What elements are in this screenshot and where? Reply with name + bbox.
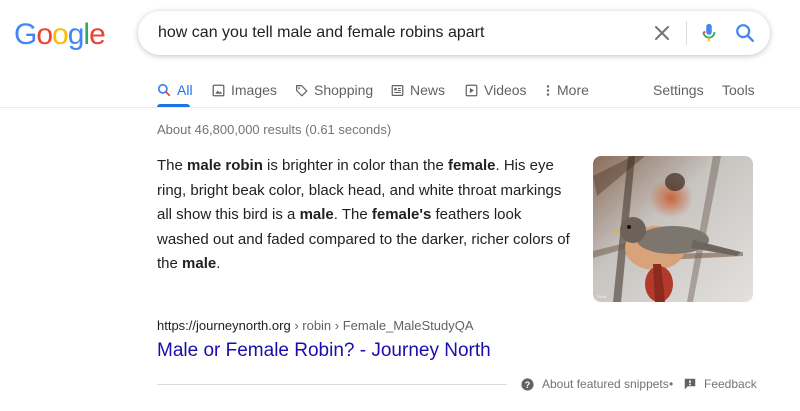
tab-all[interactable]: All: [157, 82, 193, 98]
result-citation: https://journeynorth.org › robin › Femal…: [157, 318, 474, 333]
logo-letter: e: [89, 18, 106, 51]
tab-label: All: [177, 82, 193, 98]
search-tabs: All Images Shopping News Videos More Set…: [0, 78, 800, 107]
snippet-text: .: [216, 255, 221, 272]
about-label: About featured snippets: [542, 377, 669, 391]
svg-text:?: ?: [525, 379, 530, 389]
tabs-divider: [0, 107, 800, 108]
featured-snippet-text: The male robin is brighter in color than…: [157, 154, 577, 277]
snippet-bold-text: male robin: [187, 157, 263, 174]
about-featured-snippets-link[interactable]: ? About featured snippets: [521, 377, 669, 391]
google-logo[interactable]: Google: [14, 18, 106, 51]
tab-label: Shopping: [314, 82, 374, 98]
image-icon: [212, 84, 225, 96]
snippet-bold-text: male: [182, 255, 217, 272]
tab-images[interactable]: Images: [212, 82, 277, 98]
featured-snippet-image[interactable]: Flickr: [593, 156, 753, 302]
logo-letter: o: [36, 18, 53, 51]
feedback-icon: [684, 378, 696, 390]
citation-domain: https://journeynorth.org: [157, 318, 291, 333]
snippet-bold-text: female's: [371, 206, 432, 223]
tab-news[interactable]: News: [391, 82, 445, 98]
tab-shopping[interactable]: Shopping: [295, 82, 373, 98]
search-divider: [686, 21, 687, 45]
citation-breadcrumb: › robin › Female_MaleStudyQA: [290, 318, 474, 333]
close-icon: [655, 26, 669, 40]
feedback-link[interactable]: Feedback: [684, 377, 757, 391]
voice-search-button[interactable]: [698, 22, 720, 44]
play-icon: [465, 84, 478, 96]
tab-label: Images: [231, 82, 277, 98]
logo-letter: o: [52, 18, 69, 51]
tab-more[interactable]: More: [545, 82, 589, 98]
tab-label: News: [410, 82, 446, 98]
robin-photo: Flickr: [593, 156, 753, 302]
tab-label: More: [557, 82, 589, 98]
tab-label: Videos: [484, 82, 527, 98]
tag-icon: [296, 84, 308, 96]
search-input[interactable]: how can you tell male and female robins …: [158, 24, 484, 42]
snippet-bold-text: female: [447, 157, 496, 174]
result-stats: About 46,800,000 results (0.61 seconds): [157, 122, 392, 137]
tab-videos[interactable]: Videos: [465, 82, 527, 98]
logo-letter: g: [67, 18, 85, 51]
search-icon: [157, 83, 171, 97]
help-icon: ?: [521, 377, 534, 391]
more-vertical-icon: [546, 84, 550, 96]
snippet-bold-text: male: [299, 206, 334, 223]
tools-link[interactable]: Tools: [722, 82, 755, 98]
logo-letter: G: [14, 18, 37, 51]
snippet-text: is brighter in color than the: [262, 157, 448, 174]
snippet-text: The: [157, 157, 188, 174]
footer-separator: •: [669, 377, 674, 391]
search-button[interactable]: [734, 22, 756, 44]
feedback-label: Feedback: [704, 377, 757, 391]
clear-search-button[interactable]: [652, 23, 672, 43]
result-title-link[interactable]: Male or Female Robin? - Journey North: [157, 340, 491, 362]
settings-link[interactable]: Settings: [653, 82, 704, 98]
microphone-icon: [702, 23, 716, 42]
snippet-divider: [157, 384, 507, 385]
svg-text:Flickr: Flickr: [597, 294, 607, 299]
news-icon: [391, 84, 404, 96]
search-icon: [736, 24, 754, 42]
search-box[interactable]: how can you tell male and female robins …: [138, 11, 770, 55]
snippet-text: . The: [333, 206, 372, 223]
